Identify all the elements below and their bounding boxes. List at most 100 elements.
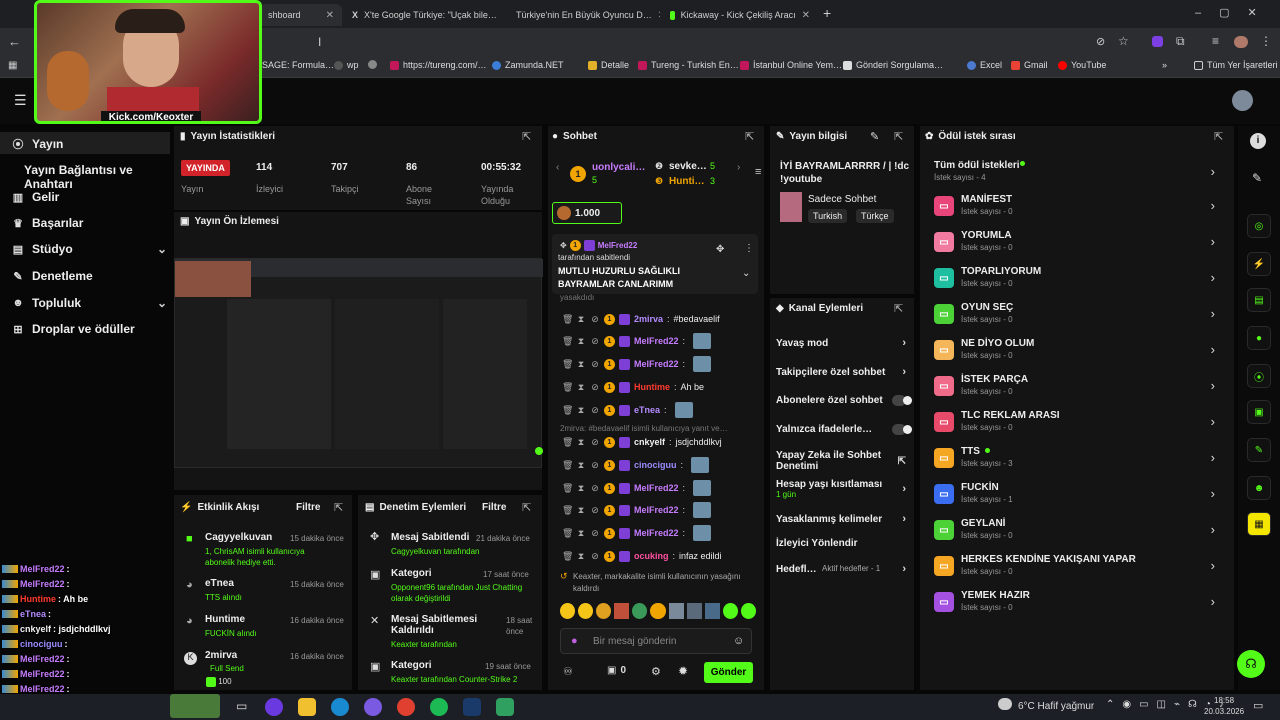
delete-message-icon[interactable]: 🗑	[562, 460, 573, 471]
channel-action-row[interactable]: Hedefl… Aktif hedefler - 1 ›	[776, 563, 906, 575]
hamburger-menu-icon[interactable]: ☰	[14, 92, 27, 109]
chat-message[interactable]: 🗑 ⧗ ⊘ 1 MelFred22:	[562, 355, 752, 373]
popout-icon[interactable]: ⇱	[745, 130, 754, 143]
edge-icon[interactable]	[331, 698, 349, 716]
delete-message-icon[interactable]: 🗑	[562, 382, 573, 393]
chevron-down-icon[interactable]: ⌄	[742, 268, 750, 279]
chat-username[interactable]: cinociguu	[634, 460, 677, 470]
bookmark-item[interactable]: İstanbul Online Yem…	[740, 60, 842, 70]
bookmark-item[interactable]: Gönderi Sorgulama…	[843, 60, 943, 70]
microphone-icon[interactable]: ●	[571, 635, 578, 647]
clock-date[interactable]: 20.03.2026	[1204, 707, 1244, 716]
sidebar-item-studyo[interactable]: ▤ Stüdyo ⌄	[12, 242, 167, 256]
ban-icon[interactable]: ⊘	[590, 505, 600, 516]
bookmark-item[interactable]: Gmail	[1011, 60, 1048, 70]
timeout-icon[interactable]: ⧗	[576, 551, 586, 562]
save-button[interactable]: ▣	[1247, 400, 1271, 424]
chat-username[interactable]: MelFred22	[634, 336, 679, 346]
sidebar-item-topluluk[interactable]: ☻ Topluluk ⌄	[12, 296, 167, 310]
chat-message[interactable]: 🗑 ⧗ ⊘ 1 MelFred22:	[562, 524, 752, 542]
sidebar-item-stream-key[interactable]: Yayın Bağlantısı ve Anahtarı	[24, 163, 179, 191]
chevron-right-icon[interactable]: ›	[1211, 306, 1215, 321]
back-icon[interactable]: ←	[8, 34, 21, 49]
chat-goal-chip[interactable]: 1.000	[552, 202, 622, 224]
chat-message[interactable]: 🗑 ⧗ ⊘ 1 ocuking: infaz edildi	[562, 547, 752, 565]
ban-icon[interactable]: ⊘	[590, 483, 600, 494]
chevron-right-icon[interactable]: ›	[902, 563, 906, 575]
chevron-right-icon[interactable]: ›	[1211, 522, 1215, 537]
flash-button[interactable]: ⚡	[1247, 252, 1271, 276]
popout-icon[interactable]: ⇱	[898, 456, 906, 467]
reward-row[interactable]: ▭ GEYLANİ İstek sayısı - 0 ›	[933, 516, 1223, 552]
reward-row[interactable]: ▭ YORUMLA İstek sayısı - 0 ›	[933, 228, 1223, 264]
ban-icon[interactable]: ⊘	[590, 405, 600, 416]
chat-username[interactable]: ocuking	[634, 551, 669, 561]
chat-message[interactable]: 🗑 ⧗ ⊘ 1 cnkyelf: jsdjchddlkvj	[562, 433, 752, 451]
bookmarks-more-button[interactable]: »	[1162, 60, 1167, 70]
all-bookmarks-button[interactable]: Tüm Yer İşaretleri	[1194, 60, 1278, 70]
tab-kickaway[interactable]: Kickaway - Kick Çekiliş Aracı ✕	[662, 4, 818, 26]
chevron-right-icon[interactable]: ›	[1211, 414, 1215, 429]
bookmark-item[interactable]: https://tureng.com/…	[390, 60, 487, 70]
clapper-button[interactable]: ▦	[1247, 512, 1271, 536]
ban-icon[interactable]: ⊘	[590, 551, 600, 562]
filter-list-icon[interactable]: ≡	[755, 166, 761, 178]
timeout-icon[interactable]: ⧗	[576, 359, 586, 370]
close-tab-icon[interactable]: ✕	[326, 10, 334, 21]
sidebar-item-basarilar[interactable]: ♛ Başarılar	[12, 216, 167, 230]
clipboard-button[interactable]: ▤	[1247, 288, 1271, 312]
points-counter[interactable]: ▣ 0	[607, 665, 626, 676]
edit-icon[interactable]: ✎	[870, 130, 879, 143]
pencil-icon[interactable]: ✎	[1252, 171, 1262, 185]
delete-message-icon[interactable]: 🗑	[562, 483, 573, 494]
close-tab-icon[interactable]: ✕	[658, 10, 660, 21]
chevron-right-icon[interactable]: ›	[1211, 198, 1215, 213]
users-button[interactable]: ☻	[1247, 476, 1271, 500]
channel-action-row[interactable]: Takipçilere özel sohbet ›	[776, 366, 906, 378]
chevron-right-icon[interactable]: ›	[1211, 486, 1215, 501]
channel-action-row[interactable]: Hesap yaşı kısıtlaması 1 gün ›	[776, 479, 906, 499]
window-controls[interactable]: –▢✕	[1195, 6, 1275, 19]
chevron-right-icon[interactable]: ›	[902, 483, 906, 495]
tab-dashboard[interactable]: shboard ✕	[260, 4, 342, 26]
reward-row[interactable]: ▭ TTS İstek sayısı - 3 ›	[933, 444, 1223, 480]
task-view-icon[interactable]: ▭	[236, 699, 247, 713]
channel-action-row[interactable]: Yasaklanmış kelimeler ›	[776, 513, 906, 525]
pin-toggle-icon[interactable]: ✥	[716, 244, 724, 255]
toggle-switch[interactable]	[892, 424, 912, 435]
chevron-right-icon[interactable]: ›	[1211, 342, 1215, 357]
folder-icon[interactable]	[298, 698, 316, 716]
bookmark-item[interactable]: wp	[334, 60, 359, 70]
badge-star-icon[interactable]: ✹	[678, 664, 688, 678]
chevron-right-icon[interactable]: ›	[1211, 270, 1215, 285]
reward-row[interactable]: ▭ FUCKİN İstek sayısı - 1 ›	[933, 480, 1223, 516]
delete-message-icon[interactable]: 🗑	[562, 405, 573, 416]
new-tab-button[interactable]: +	[823, 5, 831, 21]
media-icon[interactable]: ≡	[1212, 34, 1219, 48]
timeout-icon[interactable]: ⧗	[576, 382, 586, 393]
chat-username[interactable]: eTnea	[634, 405, 660, 415]
chevron-right-icon[interactable]: ›	[1211, 450, 1215, 465]
chat-username[interactable]: MelFred22	[634, 505, 679, 515]
bookmark-item[interactable]: Excel	[967, 60, 1002, 70]
channel-action-row[interactable]: Abonelere özel sohbet	[776, 395, 912, 406]
chat-message[interactable]: 🗑 ⧗ ⊘ 1 2mirva: #bedavaelif	[562, 310, 752, 328]
chevron-right-icon[interactable]: ›	[1211, 378, 1215, 393]
chat-username[interactable]: MelFred22	[634, 483, 679, 493]
spotify-icon[interactable]	[430, 698, 448, 716]
chevron-right-icon[interactable]: ›	[902, 513, 906, 525]
reward-row[interactable]: ▭ OYUN SEÇ İstek sayısı - 0 ›	[933, 300, 1223, 336]
ban-icon[interactable]: ⊘	[590, 336, 600, 347]
chat-message[interactable]: 🗑 ⧗ ⊘ 1 Huntime: Ah be	[562, 378, 752, 396]
send-button[interactable]: Gönder	[704, 662, 753, 683]
rewards-all-row[interactable]: Tüm ödül istekleri İstek sayısı - 4 ›	[933, 158, 1223, 194]
timeout-icon[interactable]: ⧗	[576, 505, 586, 516]
taskbar-thumbnail[interactable]	[170, 694, 220, 718]
weather-text[interactable]: 6°C Hafif yağmur	[1018, 701, 1094, 712]
apps-grid-icon[interactable]: ▦	[8, 60, 17, 71]
star-icon[interactable]: ☆	[1118, 34, 1129, 48]
chat-username[interactable]: 2mirva	[634, 314, 663, 324]
chevron-right-icon[interactable]: ›	[902, 337, 906, 349]
puzzle-icon[interactable]: ⧉	[1176, 34, 1185, 49]
info-icon[interactable]: i	[1250, 133, 1266, 149]
